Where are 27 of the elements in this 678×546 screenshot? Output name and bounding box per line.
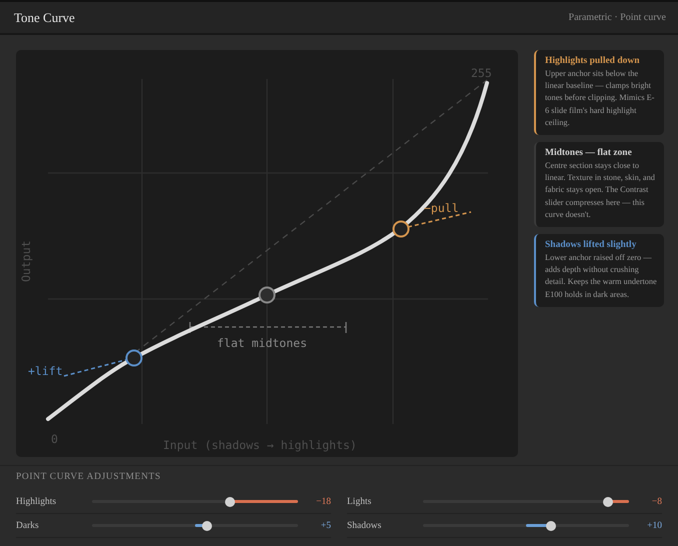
note-text: Centre section stays close to linear. Texture in stone, skin, and fabric stays open. The Contrast slider compresses here — this curve doesn't. — [545, 160, 656, 221]
pull-label: −pull — [424, 201, 459, 215]
note-text: Upper anchor sits below the linear baseline — clamps bright tones before clipping. Mimics E-6 slide film's hard highlight ceiling. — [545, 68, 656, 129]
slider-label: Lights — [347, 496, 372, 506]
slider-thumb[interactable] — [225, 496, 236, 506]
slider-value: −18 — [315, 496, 331, 506]
mode-label: Parametric · Point curve — [568, 12, 666, 23]
slider-thumb[interactable] — [603, 496, 614, 506]
note-title: Midtones — flat zone — [545, 147, 633, 160]
shadow-anchor[interactable] — [126, 350, 142, 366]
note-title: Highlights pulled down — [545, 55, 641, 68]
midtone-anchor[interactable] — [258, 286, 276, 304]
zone-label: flat midtones — [217, 336, 308, 350]
slider-label: Shadows — [347, 520, 382, 530]
lift-label: +lift — [28, 364, 63, 378]
slider-value: +10 — [646, 520, 662, 530]
slider-thumb[interactable] — [202, 520, 212, 530]
note-title: Shadows lifted slightly — [545, 239, 638, 252]
slider-label: Highlights — [16, 496, 58, 506]
slider-value: −8 — [650, 496, 662, 506]
highlight-anchor[interactable] — [392, 220, 410, 238]
section-title: POINT CURVE ADJUSTMENTS — [16, 472, 162, 482]
window-title: Tone Curve — [14, 10, 75, 26]
slider-label: Darks — [16, 520, 40, 530]
slider-thumb[interactable] — [546, 520, 556, 530]
note-text: Lower anchor raised off zero — adds depth without crushing detail. Keeps the warm undertone E100 holds in dark areas. — [545, 252, 658, 301]
slider-value: +5 — [320, 520, 331, 530]
